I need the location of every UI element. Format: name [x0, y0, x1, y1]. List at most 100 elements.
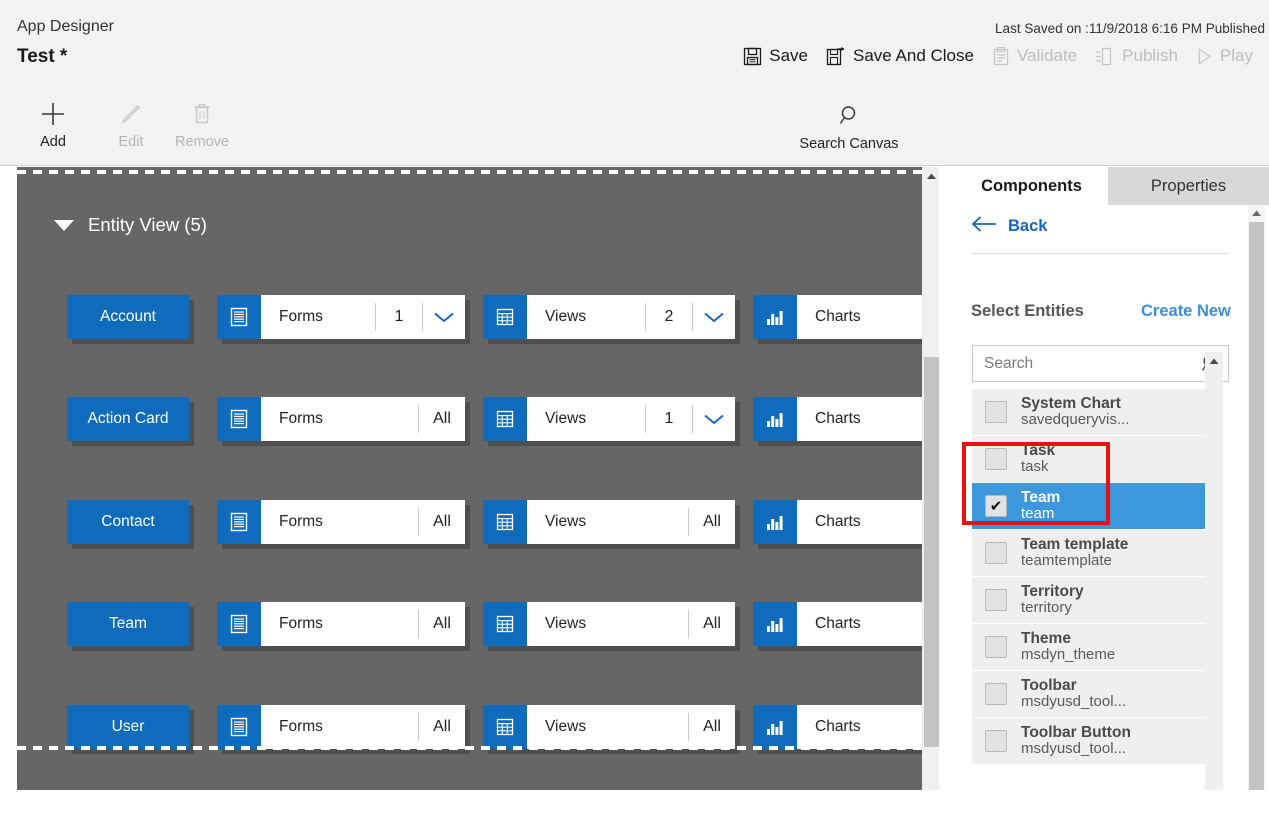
edit-label: Edit	[118, 134, 144, 150]
entity-search-box[interactable]	[972, 345, 1229, 382]
edit-button[interactable]: Edit	[92, 96, 170, 150]
tab-properties-label: Properties	[1150, 176, 1227, 195]
forms-tile-count: All	[433, 410, 451, 427]
scroll-up-arrow-icon[interactable]	[1205, 352, 1223, 370]
entity-list-item[interactable]: Territory territory	[972, 577, 1212, 624]
panel-scrollbar-thumb[interactable]	[1249, 222, 1264, 790]
entity-list-item[interactable]: Toolbar msdyusd_tool...	[972, 671, 1212, 718]
chevron-down-icon[interactable]	[423, 295, 465, 339]
forms-tile[interactable]: Forms All	[217, 602, 465, 646]
entity-list-item[interactable]: System Chart savedqueryvis...	[972, 389, 1212, 436]
forms-tile-count: All	[433, 718, 451, 735]
entity-list-item[interactable]: Team template teamtemplate	[972, 530, 1212, 577]
entity-checkbox[interactable]	[985, 542, 1007, 564]
entity-list-item[interactable]: Theme msdyn_theme	[972, 624, 1212, 671]
play-icon	[1196, 47, 1213, 66]
search-canvas-label: Search Canvas	[799, 136, 899, 152]
tab-properties[interactable]: Properties	[1108, 167, 1269, 205]
entity-checkbox[interactable]: ✔	[985, 495, 1007, 517]
entity-display-name: Team template	[1021, 535, 1129, 553]
panel-tab-strip: Components Properties	[955, 167, 1269, 205]
entity-checkbox[interactable]	[985, 401, 1007, 423]
search-input[interactable]	[973, 353, 1192, 374]
select-entities-heading: Select Entities	[971, 302, 1084, 320]
scroll-up-arrow-icon[interactable]	[923, 167, 940, 184]
create-new-link[interactable]: Create New	[1141, 302, 1231, 321]
scroll-up-arrow-icon[interactable]	[1248, 205, 1265, 221]
entity-checkbox[interactable]	[985, 730, 1007, 752]
forms-tile[interactable]: Forms All	[217, 500, 465, 544]
search-canvas-button[interactable]: Search Canvas	[788, 98, 910, 152]
entity-view-group-header[interactable]: Entity View (5)	[54, 214, 207, 236]
forms-tile[interactable]: Forms All	[217, 705, 465, 749]
canvas-vertical-scrollbar[interactable]	[922, 167, 939, 790]
forms-tile-count: All	[433, 513, 451, 530]
forms-icon	[217, 500, 261, 544]
chevron-down-icon[interactable]	[693, 295, 735, 339]
forms-tile-count: 1	[394, 308, 404, 325]
validate-label: Validate	[1016, 46, 1078, 65]
views-tile[interactable]: Views All	[483, 500, 735, 544]
save-button[interactable]: Save	[735, 43, 818, 69]
chevron-down-icon[interactable]	[693, 397, 735, 441]
views-tile[interactable]: Views 2	[483, 295, 735, 339]
charts-tile[interactable]: Charts	[753, 602, 939, 646]
arrow-left-icon	[971, 215, 997, 238]
entity-checkbox[interactable]	[985, 636, 1007, 658]
forms-icon	[217, 295, 261, 339]
publish-button[interactable]: Publish	[1087, 43, 1188, 69]
publish-icon	[1095, 47, 1115, 66]
charts-tile[interactable]: Charts	[753, 705, 939, 749]
validate-button[interactable]: Validate	[984, 43, 1087, 69]
entity-tile[interactable]: Action Card	[67, 397, 189, 441]
remove-button[interactable]: Remove	[163, 96, 241, 150]
chevron-down-icon[interactable]	[54, 219, 74, 231]
play-button[interactable]: Play	[1188, 43, 1263, 69]
publish-label: Publish	[1122, 46, 1178, 65]
entity-tile[interactable]: Contact	[67, 500, 189, 544]
entity-list-item[interactable]: Toolbar Button msdyusd_tool...	[972, 718, 1212, 765]
save-icon	[743, 47, 762, 66]
add-button[interactable]: Add	[14, 96, 92, 150]
save-and-close-button[interactable]: Save And Close	[818, 43, 984, 69]
forms-icon	[217, 397, 261, 441]
entity-list-item[interactable]: ✔ Team team	[972, 483, 1212, 530]
back-button[interactable]: Back	[971, 215, 1047, 238]
entity-checkbox[interactable]	[985, 589, 1007, 611]
remove-label: Remove	[175, 134, 229, 150]
entity-display-name: System Chart	[1021, 394, 1121, 412]
charts-icon	[753, 500, 797, 544]
charts-tile[interactable]: Charts	[753, 397, 939, 441]
entity-logical-name: msdyusd_tool...	[1021, 740, 1127, 758]
views-tile[interactable]: Views All	[483, 705, 735, 749]
forms-tile-label: Forms	[279, 410, 323, 427]
entity-tile[interactable]: User	[67, 705, 189, 749]
entity-checkbox[interactable]	[985, 683, 1007, 705]
forms-tile[interactable]: Forms 1	[217, 295, 465, 339]
views-tile[interactable]: Views All	[483, 602, 735, 646]
charts-icon	[753, 602, 797, 646]
entity-list-scrollbar[interactable]	[1205, 352, 1223, 790]
entity-logical-name: teamtemplate	[1021, 552, 1112, 570]
forms-icon	[217, 602, 261, 646]
trash-icon	[189, 96, 215, 132]
panel-vertical-scrollbar[interactable]	[1248, 205, 1265, 790]
canvas-surface[interactable]: Entity View (5) Account Forms 1 Views 2 Chart…	[17, 167, 939, 790]
charts-tile-label: Charts	[815, 513, 861, 530]
add-label: Add	[40, 134, 66, 150]
canvas-scrollbar-thumb[interactable]	[924, 357, 939, 747]
views-tile[interactable]: Views 1	[483, 397, 735, 441]
entity-tile[interactable]: Team	[67, 602, 189, 646]
tab-components[interactable]: Components	[955, 167, 1108, 205]
canvas-entity-row: Action Card Forms All Views 1 Charts	[17, 397, 939, 441]
entity-list[interactable]: System Chart savedqueryvis... Task task ✔ Tea…	[972, 389, 1212, 829]
entity-checkbox[interactable]	[985, 448, 1007, 470]
charts-tile[interactable]: Charts	[753, 295, 939, 339]
search-icon	[835, 98, 863, 134]
charts-tile[interactable]: Charts	[753, 500, 939, 544]
forms-tile[interactable]: Forms All	[217, 397, 465, 441]
entity-list-item[interactable]: Task task	[972, 436, 1212, 483]
entity-tile-label: Team	[109, 615, 147, 632]
entity-tile[interactable]: Account	[67, 295, 189, 339]
entity-tile-label: User	[111, 718, 145, 735]
